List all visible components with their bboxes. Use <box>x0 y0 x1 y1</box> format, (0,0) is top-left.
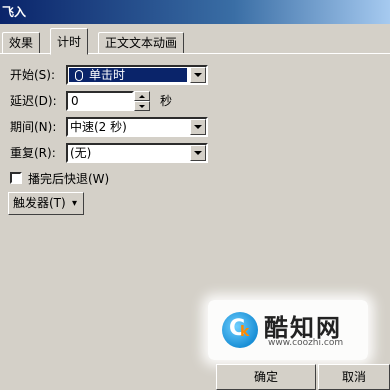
rewind-checkbox[interactable] <box>10 172 22 184</box>
delay-label: 延迟(D): <box>10 94 57 108</box>
period-select[interactable]: 中速(2 秒) <box>66 117 208 137</box>
watermark-url: www.coozhi.com <box>268 338 344 348</box>
window-title: 飞入 <box>2 5 27 19</box>
repeat-label: 重复(R): <box>10 146 56 160</box>
tab-text-animation[interactable]: 正文文本动画 <box>98 32 185 54</box>
rewind-label: 播完后快退(W) <box>28 172 110 186</box>
cancel-button[interactable]: 取消 <box>318 364 390 390</box>
spin-down-icon[interactable] <box>134 101 150 111</box>
delay-unit: 秒 <box>160 94 173 108</box>
double-chevron-down-icon: ▾ <box>71 198 77 209</box>
tab-effect[interactable]: 效果 <box>2 32 41 54</box>
trigger-label: 触发器(T) <box>13 196 66 210</box>
tab-strip: 效果 计时 正文文本动画 <box>0 28 390 55</box>
spin-up-icon[interactable] <box>134 91 150 101</box>
period-label: 期间(N): <box>10 120 57 134</box>
delay-stepper[interactable] <box>134 91 150 111</box>
ok-button[interactable]: 确定 <box>216 364 316 390</box>
watermark: Ck 酷知网 www.coozhi.com <box>208 300 368 360</box>
delay-value: 0 <box>71 94 79 108</box>
coozhi-logo-icon: Ck <box>222 312 258 348</box>
period-value: 中速(2 秒) <box>70 120 127 134</box>
trigger-button[interactable]: 触发器(T) ▾ <box>8 192 84 215</box>
delay-input[interactable]: 0 <box>66 91 134 111</box>
chevron-down-icon[interactable] <box>190 119 206 135</box>
repeat-select[interactable]: (无) <box>66 143 208 163</box>
title-bar: 飞入 <box>0 0 390 24</box>
tab-timing[interactable]: 计时 <box>50 28 89 55</box>
chevron-down-icon[interactable] <box>190 145 206 161</box>
start-select[interactable]: 单击时 <box>66 65 208 85</box>
start-label: 开始(S): <box>10 68 56 82</box>
start-value: 单击时 <box>69 68 187 82</box>
repeat-value: (无) <box>70 146 92 160</box>
chevron-down-icon[interactable] <box>190 67 206 83</box>
mouse-icon <box>75 70 83 81</box>
